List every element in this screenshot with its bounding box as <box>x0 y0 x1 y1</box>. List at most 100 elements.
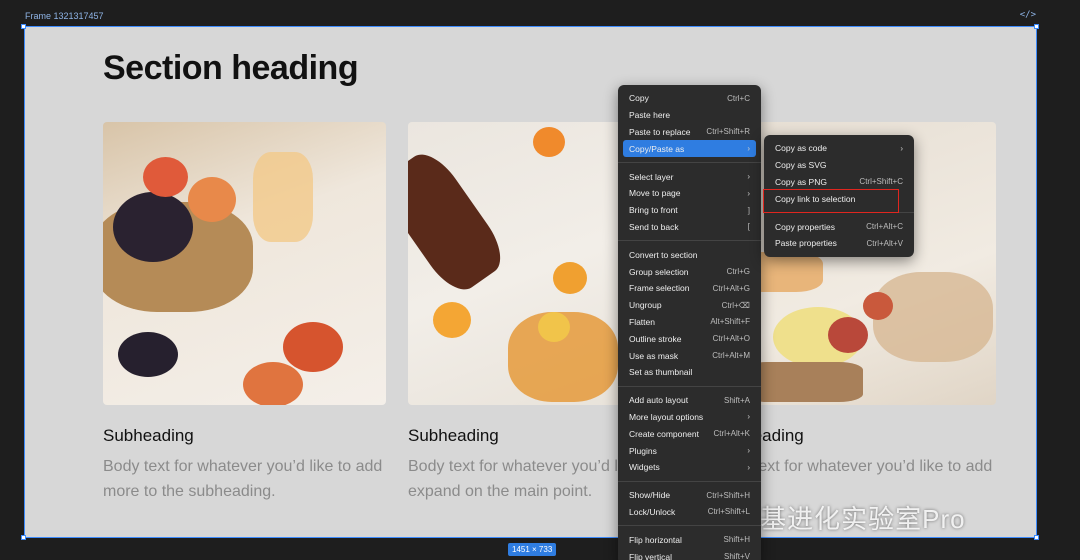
design-frame[interactable]: Section heading Subheading Body text for… <box>24 26 1037 538</box>
menu-item-bring-to-front[interactable]: Bring to front] <box>623 202 756 219</box>
menu-item-shortcut: Ctrl+Alt+K <box>713 429 750 439</box>
menu-item-shortcut: Ctrl+⌫ <box>721 300 750 310</box>
menu-separator <box>618 162 761 164</box>
menu-item-label: Convert to section <box>629 249 698 260</box>
submenu-item-copy-as-png[interactable]: Copy as PNG Ctrl+Shift+C <box>769 174 909 191</box>
menu-item-label: Send to back <box>629 221 679 232</box>
menu-item-label: Outline stroke <box>629 333 682 344</box>
menu-item-label: Lock/Unlock <box>629 506 676 517</box>
menu-item-convert-to-section[interactable]: Convert to section <box>623 246 756 263</box>
menu-item-copy[interactable]: Copy Ctrl+C <box>623 90 756 107</box>
menu-item-label: Create component <box>629 428 699 439</box>
menu-item-shortcut: ] <box>747 205 750 215</box>
menu-item-label: Group selection <box>629 266 689 277</box>
menu-item-label: Copy <box>629 93 649 104</box>
context-menu: Copy Ctrl+C Paste here Paste to replace Ctrl… <box>618 85 761 560</box>
menu-item-show-hide[interactable]: Show/Hide Ctrl+Shift+H <box>623 487 756 504</box>
menu-separator <box>618 385 761 387</box>
menu-item-add-auto-layout[interactable]: Add auto layout Shift+A <box>623 392 756 409</box>
menu-item-label: Flatten <box>629 316 655 327</box>
menu-item-shortcut: Ctrl+Shift+C <box>859 177 903 187</box>
resize-handle-br[interactable] <box>1034 535 1039 540</box>
menu-item-group-selection[interactable]: Group selection Ctrl+G <box>623 263 756 280</box>
menu-item-shortcut: Ctrl+Alt+G <box>712 283 750 293</box>
menu-item-shortcut: Ctrl+Alt+C <box>866 222 903 232</box>
menu-item-shortcut: Ctrl+Shift+R <box>706 127 750 137</box>
chevron-right-icon: › <box>747 144 750 154</box>
menu-item-lock-unlock[interactable]: Lock/Unlock Ctrl+Shift+L <box>623 504 756 521</box>
menu-item-label: Flip vertical <box>629 551 672 560</box>
menu-item-label: Set as thumbnail <box>629 367 693 378</box>
frame-label[interactable]: Frame 1321317457 <box>25 11 104 21</box>
menu-item-label: Copy as SVG <box>775 160 827 171</box>
menu-item-label: Copy properties <box>775 221 836 232</box>
menu-item-label: More layout options <box>629 411 704 422</box>
menu-item-shortcut: Shift+H <box>723 535 750 545</box>
card-body: Body text for whatever you’d like to add… <box>103 458 383 500</box>
menu-item-shortcut: Ctrl+G <box>726 267 750 277</box>
menu-item-copy-paste-as[interactable]: Copy/Paste as › <box>623 140 756 158</box>
menu-item-shortcut: Shift+V <box>723 552 750 560</box>
menu-item-more-layout-options[interactable]: More layout options › <box>623 409 756 426</box>
menu-item-label: Flip horizontal <box>629 534 682 545</box>
submenu-item-paste-properties[interactable]: Paste properties Ctrl+Alt+V <box>769 235 909 252</box>
menu-item-label: Copy as code <box>775 143 827 154</box>
submenu-item-copy-as-svg[interactable]: Copy as SVG <box>769 157 909 174</box>
menu-separator <box>618 480 761 482</box>
menu-item-paste-here[interactable]: Paste here <box>623 107 756 124</box>
chevron-right-icon: › <box>747 462 750 472</box>
chevron-right-icon: › <box>747 188 750 198</box>
submenu-item-copy-properties[interactable]: Copy properties Ctrl+Alt+C <box>769 218 909 235</box>
chevron-right-icon: › <box>747 412 750 422</box>
menu-separator <box>618 240 761 242</box>
resize-handle-tr[interactable] <box>1034 24 1039 29</box>
menu-item-label: Paste here <box>629 110 671 121</box>
resize-handle-bl[interactable] <box>21 535 26 540</box>
menu-item-shortcut: Ctrl+Alt+O <box>712 334 750 344</box>
menu-item-label: Widgets <box>629 462 660 473</box>
chevron-right-icon: › <box>747 172 750 182</box>
menu-item-create-component[interactable]: Create component Ctrl+Alt+K <box>623 425 756 442</box>
menu-item-use-as-mask[interactable]: Use as mask Ctrl+Alt+M <box>623 347 756 364</box>
menu-item-label: Move to page <box>629 188 681 199</box>
menu-item-frame-selection[interactable]: Frame selection Ctrl+Alt+G <box>623 280 756 297</box>
menu-item-shortcut: Ctrl+Alt+M <box>712 351 750 361</box>
menu-item-label: Add auto layout <box>629 395 689 406</box>
menu-item-select-layer[interactable]: Select layer › <box>623 168 756 185</box>
highlight-annotation <box>763 189 899 213</box>
card-1[interactable]: Subheading Body text for whatever you’d … <box>103 122 386 504</box>
menu-item-widgets[interactable]: Widgets › <box>623 459 756 476</box>
menu-item-label: Paste to replace <box>629 126 691 137</box>
menu-item-shortcut: Ctrl+Shift+H <box>706 490 750 500</box>
menu-item-shortcut: Ctrl+Shift+L <box>707 507 750 517</box>
menu-item-label: Select layer <box>629 171 674 182</box>
menu-item-flatten[interactable]: Flatten Alt+Shift+F <box>623 314 756 331</box>
menu-item-label: Show/Hide <box>629 490 671 501</box>
menu-item-plugins[interactable]: Plugins › <box>623 442 756 459</box>
menu-item-shortcut: Alt+Shift+F <box>710 317 750 327</box>
menu-item-label: Frame selection <box>629 283 690 294</box>
resize-handle-tl[interactable] <box>21 24 26 29</box>
code-icon[interactable]: </> <box>1020 10 1036 20</box>
submenu-item-copy-as-code[interactable]: Copy as code › <box>769 140 909 157</box>
size-badge: 1451 × 733 <box>508 543 557 556</box>
menu-item-paste-to-replace[interactable]: Paste to replace Ctrl+Shift+R <box>623 124 756 141</box>
menu-item-shortcut: [ <box>747 222 750 232</box>
menu-item-outline-stroke[interactable]: Outline stroke Ctrl+Alt+O <box>623 330 756 347</box>
menu-item-shortcut: Shift+A <box>723 395 750 405</box>
fruit-photo <box>103 122 386 405</box>
menu-item-set-as-thumbnail[interactable]: Set as thumbnail <box>623 364 756 381</box>
menu-item-label: Paste properties <box>775 238 837 249</box>
menu-item-move-to-page[interactable]: Move to page › <box>623 185 756 202</box>
menu-item-shortcut: Ctrl+C <box>727 93 750 103</box>
menu-item-label: Use as mask <box>629 350 679 361</box>
menu-item-flip-vertical[interactable]: Flip vertical Shift+V <box>623 548 756 560</box>
menu-separator <box>618 525 761 527</box>
chevron-right-icon: › <box>747 446 750 456</box>
menu-item-label: Ungroup <box>629 300 662 311</box>
menu-item-flip-horizontal[interactable]: Flip horizontal Shift+H <box>623 531 756 548</box>
card-title: Subheading <box>103 426 194 445</box>
menu-item-send-to-back[interactable]: Send to back [ <box>623 219 756 236</box>
menu-item-ungroup[interactable]: Ungroup Ctrl+⌫ <box>623 297 756 314</box>
menu-item-label: Copy/Paste as <box>629 143 685 154</box>
